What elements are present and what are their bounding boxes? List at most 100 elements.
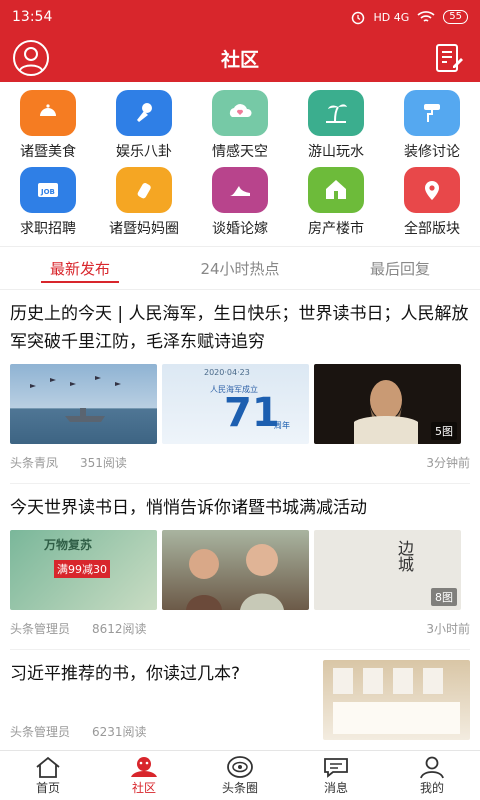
post-meta: 头条管理员 6231阅读 — [10, 723, 300, 740]
community-icon — [131, 757, 157, 777]
nav-messages[interactable]: 消息 — [288, 751, 384, 800]
profile-button[interactable] — [10, 37, 52, 79]
thumb-promo: 满99减30 — [54, 560, 110, 578]
thumbnail-photo-people[interactable] — [162, 530, 309, 610]
wifi-icon — [417, 11, 435, 22]
image-count-badge: 5图 — [431, 422, 457, 440]
category-label: 诸暨美食 — [20, 144, 76, 160]
heart-cloud-icon — [212, 90, 268, 136]
tab-latest[interactable]: 最新发布 — [0, 247, 160, 289]
category-item[interactable]: 诸暨美食 — [0, 90, 96, 161]
category-grid: 诸暨美食 娱乐八卦 情感天空 游山玩水 装修讨论 JOB 求职招聘 诸暨妈妈圈 谈婚论嫁 房产楼市… — [0, 82, 480, 242]
category-item[interactable]: 全部版块 — [384, 167, 480, 238]
category-item[interactable]: 谈婚论嫁 — [192, 167, 288, 238]
alarm-icon — [351, 11, 364, 25]
status-bar: 13:54 HD 4G 55 — [0, 0, 480, 34]
post-time: 3小时前 — [426, 622, 470, 636]
post-author: 头条青凤 — [10, 456, 59, 470]
nav-headline-circle[interactable]: 头条圈 — [192, 751, 288, 800]
status-time: 13:54 — [12, 9, 53, 25]
nav-label: 首页 — [35, 781, 60, 795]
header: 社区 — [0, 34, 480, 82]
high-heel-icon — [212, 167, 268, 213]
post-title: 习近平推荐的书，你读过几本? — [10, 664, 241, 684]
post-reads: 6231阅读 — [92, 725, 147, 739]
category-label: 游山玩水 — [308, 144, 364, 160]
category-item[interactable]: 情感天空 — [192, 90, 288, 161]
category-label: 诸暨妈妈圈 — [109, 221, 179, 237]
category-item[interactable]: 诸暨妈妈圈 — [96, 167, 192, 238]
thumb-number: 71 — [224, 390, 280, 436]
nav-community[interactable]: 社区 — [96, 751, 192, 800]
people-photo-image — [186, 544, 284, 610]
category-label: 求职招聘 — [20, 221, 76, 237]
compose-button[interactable] — [428, 37, 470, 79]
app-root: 13:54 HD 4G 55 社区 诸暨美食 娱乐八卦 情感天空 游山玩水 装修讨论 JO… — [0, 0, 480, 800]
post-item[interactable]: 习近平推荐的书，你读过几本? 头条管理员 6231阅读 — [10, 650, 470, 752]
nav-label: 社区 — [131, 781, 156, 795]
top-bar: 13:54 HD 4G 55 社区 — [0, 0, 480, 82]
nav-label: 我的 — [419, 781, 444, 795]
book-display-image — [333, 668, 460, 734]
category-item[interactable]: 装修讨论 — [384, 90, 480, 161]
home-icon — [36, 756, 60, 778]
post-time: 3分钟前 — [426, 456, 470, 470]
post-item[interactable]: 历史上的今天 | 人民海军，生日快乐；世界读书日；人民解放军突破千里江防，毛泽东… — [10, 290, 470, 484]
nav-label: 消息 — [323, 781, 348, 795]
post-thumbnails: 2020·04·23 人民海军成立 71 周年 5图 — [10, 364, 470, 444]
nav-mine[interactable]: 我的 — [384, 751, 480, 800]
food-cloche-icon — [20, 90, 76, 136]
post-author: 头条管理员 — [10, 622, 71, 636]
thumb-book-title: 边城 — [395, 540, 414, 572]
thumbnail-book-cover[interactable]: 边城 8图 — [314, 530, 461, 610]
post-author: 头条管理员 — [10, 725, 71, 739]
thumb-suffix: 周年 — [274, 421, 290, 430]
post-thumbnails: 万物复苏 满99减30 边城 8图 — [10, 530, 470, 610]
status-icons: HD 4G 55 — [350, 9, 468, 25]
category-item[interactable]: JOB 求职招聘 — [0, 167, 96, 238]
category-item[interactable]: 房产楼市 — [288, 167, 384, 238]
post-reads: 8612阅读 — [92, 622, 147, 636]
paint-roller-icon — [404, 90, 460, 136]
nav-home[interactable]: 首页 — [0, 751, 96, 800]
tab-label: 24小时热点 — [200, 259, 280, 278]
message-bubble-icon — [324, 758, 348, 778]
category-label: 房产楼市 — [308, 221, 364, 237]
post-title: 今天世界读书日，悄悄告诉你诸暨书城满减活动 — [10, 498, 367, 518]
post-item[interactable]: 今天世界读书日，悄悄告诉你诸暨书城满减活动 万物复苏 满99减30 边城 8图 … — [10, 484, 470, 650]
category-item[interactable]: 娱乐八卦 — [96, 90, 192, 161]
tab-last-reply[interactable]: 最后回复 — [320, 247, 480, 289]
post-feed: 历史上的今天 | 人民海军，生日快乐；世界读书日；人民解放军突破千里江防，毛泽东… — [0, 290, 480, 752]
category-label: 谈婚论嫁 — [212, 221, 268, 237]
edit-note-icon — [435, 44, 463, 72]
tab-24h-hot[interactable]: 24小时热点 — [160, 247, 320, 289]
category-label: 全部版块 — [404, 221, 460, 237]
microphone-icon — [116, 90, 172, 136]
thumbnail-portrait[interactable]: 5图 — [314, 364, 461, 444]
svg-text:JOB: JOB — [40, 188, 55, 196]
house-icon — [308, 167, 364, 213]
page-title: 社区 — [220, 48, 259, 71]
nav-label: 头条圈 — [221, 781, 258, 795]
baby-bottle-icon — [116, 167, 172, 213]
thumbnail-book-list[interactable] — [323, 660, 470, 740]
post-title: 历史上的今天 | 人民海军，生日快乐；世界读书日；人民解放军突破千里江防，毛泽东… — [10, 304, 469, 352]
post-reads: 351阅读 — [80, 456, 127, 470]
thumbnail-bookstore-poster[interactable]: 万物复苏 满99减30 — [10, 530, 157, 610]
post-meta: 头条青凤 351阅读 3分钟前 — [10, 454, 470, 471]
thumbnail-navy-fleet[interactable] — [10, 364, 157, 444]
user-icon — [420, 756, 444, 779]
aircraft-carrier-image — [30, 376, 121, 422]
thumbnail-navy-anniversary[interactable]: 2020·04·23 人民海军成立 71 周年 — [162, 364, 309, 444]
category-label: 娱乐八卦 — [116, 144, 172, 160]
palm-island-icon — [308, 90, 364, 136]
tab-label: 最新发布 — [49, 259, 110, 278]
image-count-badge: 8图 — [431, 588, 457, 606]
category-item[interactable]: 游山玩水 — [288, 90, 384, 161]
bottom-nav: 首页 社区 头条圈 消息 我的 — [0, 750, 480, 800]
location-pin-icon — [404, 167, 460, 213]
tab-label: 最后回复 — [369, 259, 430, 278]
job-briefcase-icon: JOB — [20, 167, 76, 213]
category-label: 情感天空 — [212, 144, 268, 160]
post-meta: 头条管理员 8612阅读 3小时前 — [10, 620, 470, 637]
